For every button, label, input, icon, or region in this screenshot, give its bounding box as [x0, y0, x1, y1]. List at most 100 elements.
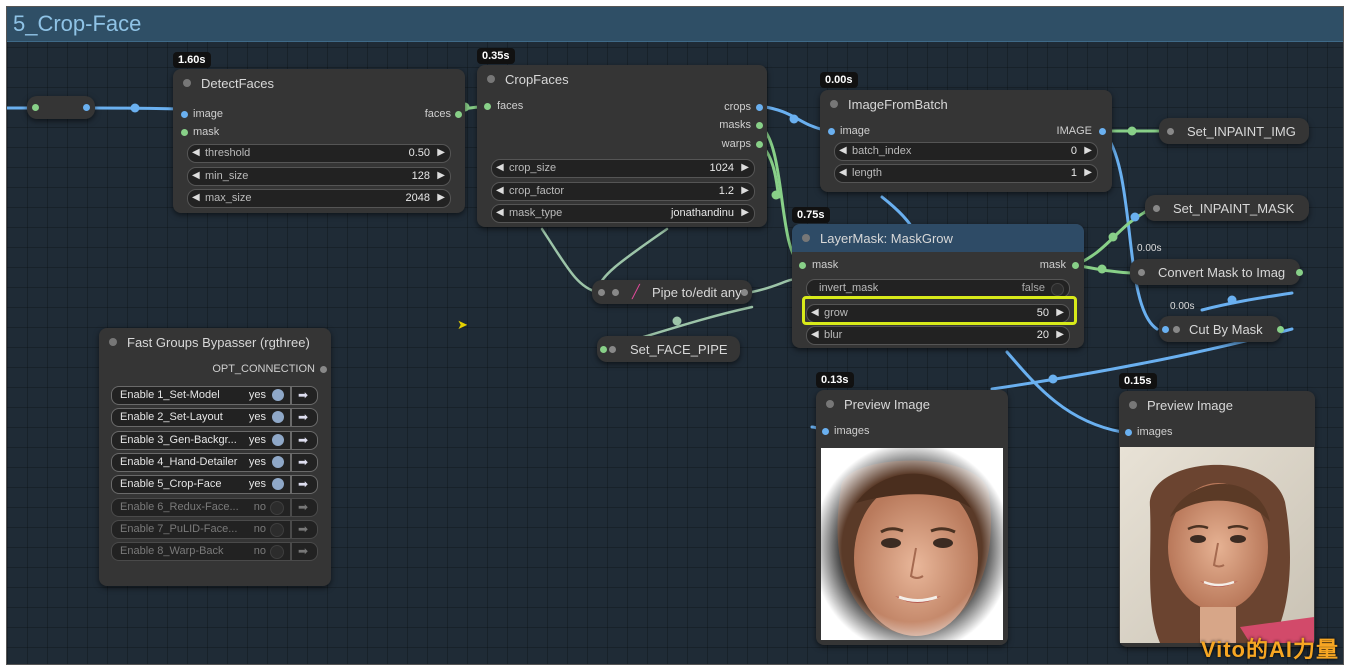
- max-size-widget[interactable]: ◀ max_size 2048 ▶: [187, 189, 451, 208]
- set-face-pipe-input-port[interactable]: [600, 346, 607, 353]
- preview2-images-port[interactable]: [1125, 429, 1132, 436]
- length-widget[interactable]: ◀ length 1 ▶: [834, 164, 1098, 183]
- convert-mask-node[interactable]: Convert Mask to Imag: [1130, 259, 1303, 285]
- image-from-batch-image-port[interactable]: [828, 128, 835, 135]
- arrow-right-icon[interactable]: ▶: [437, 147, 445, 158]
- arrow-right-icon[interactable]: ▶: [1084, 145, 1092, 156]
- arrow-left-icon[interactable]: ◀: [811, 329, 819, 340]
- mask-type-widget[interactable]: ◀ mask_type jonathandinu ▶: [491, 204, 755, 223]
- arrow-left-icon[interactable]: ◀: [192, 147, 200, 158]
- group-toggle-row[interactable]: Enable 4_Hand-Detailer yes ➡: [111, 452, 318, 472]
- min-size-value[interactable]: 128: [412, 170, 430, 182]
- toggle-knob[interactable]: [270, 500, 284, 515]
- group-nav-button[interactable]: ➡: [291, 519, 318, 539]
- group-toggle-button[interactable]: Enable 2_Set-Layout yes: [111, 408, 291, 428]
- pipe-edit-output-port[interactable]: [741, 289, 748, 296]
- toggle-knob[interactable]: [272, 433, 284, 446]
- groups-bypasser-header[interactable]: Fast Groups Bypasser (rgthree): [99, 328, 331, 356]
- image-from-batch-IMAGE-port[interactable]: [1099, 128, 1106, 135]
- group-nav-button[interactable]: ➡: [291, 475, 318, 495]
- arrow-left-icon[interactable]: ◀: [496, 185, 504, 196]
- group-nav-button[interactable]: ➡: [291, 430, 318, 450]
- group-nav-button[interactable]: ➡: [291, 386, 318, 405]
- crop-faces-warps-port[interactable]: [756, 141, 763, 148]
- arrow-left-icon[interactable]: ◀: [192, 192, 200, 203]
- toggle-knob[interactable]: [1051, 283, 1064, 296]
- arrow-left-icon[interactable]: ◀: [192, 170, 200, 181]
- toggle-knob[interactable]: [272, 389, 284, 401]
- cut-by-mask-output-port[interactable]: [1277, 326, 1284, 333]
- threshold-value[interactable]: 0.50: [409, 147, 430, 159]
- reroute-input-port[interactable]: [32, 104, 39, 111]
- pipe-edit-node[interactable]: ╱ Pipe to/edit any: [592, 280, 752, 304]
- node-graph-canvas[interactable]: 5_Crop-Face 1.60s DetectFaces image mask…: [6, 6, 1344, 665]
- group-toggle-button[interactable]: Enable 8_Warp-Back no: [111, 542, 291, 562]
- toggle-knob[interactable]: [270, 545, 284, 560]
- group-nav-button[interactable]: ➡: [291, 542, 318, 562]
- crop-faces-node[interactable]: CropFaces faces crops masks warps ◀ crop…: [477, 65, 767, 227]
- mask-grow-mask-in-port[interactable]: [799, 262, 806, 269]
- group-toggle-button[interactable]: Enable 4_Hand-Detailer yes: [111, 452, 291, 472]
- arrow-left-icon[interactable]: ◀: [496, 162, 504, 173]
- image-from-batch-node[interactable]: ImageFromBatch image IMAGE ◀ batch_index…: [820, 90, 1112, 192]
- arrow-right-icon[interactable]: ▶: [437, 192, 445, 203]
- detect-faces-node[interactable]: DetectFaces image mask faces ◀ threshold…: [173, 69, 465, 213]
- preview1-header[interactable]: Preview Image: [816, 390, 1008, 418]
- arrow-right-icon[interactable]: ▶: [741, 207, 749, 218]
- mask-type-value[interactable]: jonathandinu: [671, 207, 734, 219]
- pipe-edit-input-port[interactable]: [598, 289, 605, 296]
- length-value[interactable]: 1: [1071, 167, 1077, 179]
- group-nav-button[interactable]: ➡: [291, 497, 318, 517]
- crop-faces-crops-port[interactable]: [756, 104, 763, 111]
- group-toggle-button[interactable]: Enable 7_PuLID-Face... no: [111, 519, 291, 539]
- reroute-output-port[interactable]: [83, 104, 90, 111]
- arrow-left-icon[interactable]: ◀: [496, 207, 504, 218]
- arrow-right-icon[interactable]: ▶: [1056, 329, 1064, 340]
- crop-size-value[interactable]: 1024: [710, 162, 734, 174]
- convert-mask-output-port[interactable]: [1296, 269, 1303, 276]
- detect-faces-image-port[interactable]: [181, 111, 188, 118]
- group-toggle-row[interactable]: Enable 2_Set-Layout yes ➡: [111, 408, 318, 428]
- min-size-widget[interactable]: ◀ min_size 128 ▶: [187, 167, 451, 186]
- group-toggle-row[interactable]: Enable 3_Gen-Backgr... yes ➡: [111, 430, 318, 450]
- group-toggle-row[interactable]: Enable 8_Warp-Back no ➡: [111, 542, 318, 562]
- group-toggle-row[interactable]: Enable 5_Crop-Face yes ➡: [111, 475, 318, 495]
- detect-faces-header[interactable]: DetectFaces: [173, 69, 465, 97]
- groups-bypasser-node[interactable]: Fast Groups Bypasser (rgthree) OPT_CONNE…: [99, 328, 331, 586]
- blur-value[interactable]: 20: [1037, 329, 1049, 341]
- toggle-knob[interactable]: [272, 455, 284, 468]
- group-toggle-button[interactable]: Enable 1_Set-Model yes: [111, 386, 291, 405]
- reroute-node[interactable]: [27, 96, 95, 119]
- group-toggle-row[interactable]: Enable 6_Redux-Face... no ➡: [111, 497, 318, 517]
- set-inpaint-img-port[interactable]: [1167, 128, 1174, 135]
- preview1-node[interactable]: Preview Image images: [816, 390, 1008, 645]
- toggle-knob[interactable]: [270, 522, 284, 537]
- group-toggle-row[interactable]: Enable 7_PuLID-Face... no ➡: [111, 519, 318, 539]
- set-face-pipe-node[interactable]: Set_FACE_PIPE: [597, 336, 740, 362]
- crop-faces-faces-port[interactable]: [484, 103, 491, 110]
- preview2-node[interactable]: Preview Image images: [1119, 391, 1315, 647]
- max-size-value[interactable]: 2048: [406, 192, 430, 204]
- crop-faces-masks-port[interactable]: [756, 122, 763, 129]
- arrow-right-icon[interactable]: ▶: [741, 162, 749, 173]
- toggle-knob[interactable]: [272, 411, 284, 424]
- arrow-right-icon[interactable]: ▶: [1084, 167, 1092, 178]
- arrow-left-icon[interactable]: ◀: [839, 145, 847, 156]
- cut-by-mask-node[interactable]: Cut By Mask: [1159, 316, 1284, 342]
- set-inpaint-mask-node[interactable]: Set_INPAINT_MASK: [1145, 195, 1309, 221]
- mask-grow-mask-out-port[interactable]: [1072, 262, 1079, 269]
- opt-connection-port[interactable]: [320, 366, 327, 373]
- group-toggle-button[interactable]: Enable 3_Gen-Backgr... yes: [111, 430, 291, 450]
- crop-factor-widget[interactable]: ◀ crop_factor 1.2 ▶: [491, 182, 755, 201]
- arrow-left-icon[interactable]: ◀: [839, 167, 847, 178]
- batch-index-value[interactable]: 0: [1071, 145, 1077, 157]
- arrow-right-icon[interactable]: ▶: [437, 170, 445, 181]
- preview1-images-port[interactable]: [822, 428, 829, 435]
- detect-faces-mask-port[interactable]: [181, 129, 188, 136]
- detect-faces-faces-port[interactable]: [455, 111, 462, 118]
- cut-by-mask-input-port[interactable]: [1162, 326, 1169, 333]
- threshold-widget[interactable]: ◀ threshold 0.50 ▶: [187, 144, 451, 163]
- set-inpaint-mask-port[interactable]: [1153, 205, 1160, 212]
- mask-grow-node[interactable]: LayerMask: MaskGrow mask mask invert_mas…: [792, 224, 1084, 348]
- batch-index-widget[interactable]: ◀ batch_index 0 ▶: [834, 142, 1098, 161]
